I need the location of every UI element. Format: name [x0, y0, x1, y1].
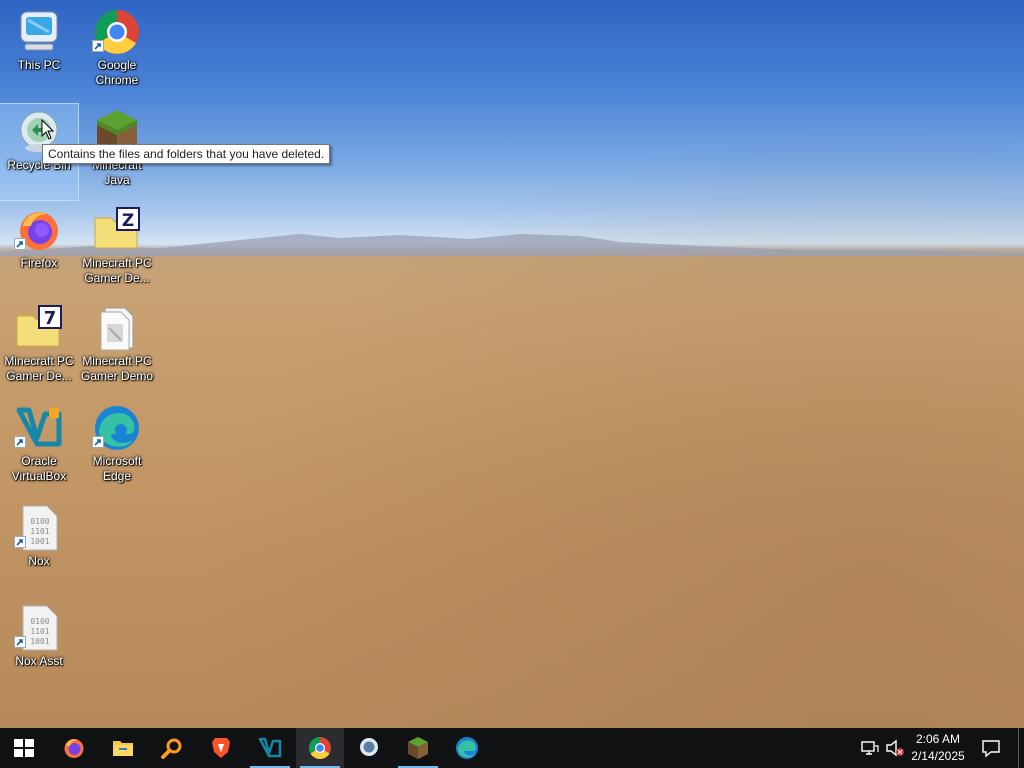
desktop-icon-firefox[interactable]: Firefox [0, 202, 78, 298]
magnifier-icon [161, 738, 182, 759]
minecraft-icon [408, 737, 428, 759]
svg-text:Z: Z [122, 211, 134, 231]
svg-text:7: 7 [44, 308, 57, 329]
brave-icon [212, 738, 230, 758]
desktop-icon-this-pc[interactable]: This PC [0, 4, 78, 100]
desktop-icon-label: This PC [17, 58, 61, 72]
desktop-icon-label: Minecraft PC Gamer De... [4, 354, 74, 383]
clock-time: 2:06 AM [915, 732, 961, 746]
show-desktop-button[interactable] [1018, 728, 1024, 768]
desktop-icon-google-chrome[interactable]: Google Chrome [78, 4, 156, 100]
desktop-icon-minecraft-7z[interactable]: 7 Minecraft PC Gamer De... [0, 300, 78, 396]
desktop-icon-label: Oracle VirtualBox [11, 454, 67, 483]
taskbar-virtualbox[interactable] [246, 728, 294, 768]
shortcut-arrow-icon [14, 436, 26, 448]
taskbar-minecraft[interactable] [394, 728, 442, 768]
edge-icon [456, 737, 478, 759]
desktop-icon-microsoft-edge[interactable]: Microsoft Edge [78, 400, 156, 496]
svg-text:1101: 1101 [30, 627, 49, 636]
taskbar-search[interactable] [148, 728, 196, 768]
chrome-icon [309, 737, 331, 759]
desktop-icon-label: Nox Asst [15, 654, 63, 668]
taskbar-edge[interactable] [443, 728, 491, 768]
svg-text:1001: 1001 [30, 637, 49, 646]
desktop-icon-minecraft-zip[interactable]: Z Minecraft PC Gamer De... [78, 202, 156, 298]
desktop-icon-label: Google Chrome [95, 58, 139, 87]
desktop-icon-label: Firefox [20, 256, 58, 270]
desktop-icon-nox[interactable]: 0100 1101 1001 Nox [0, 500, 78, 596]
folder-icon [113, 741, 133, 756]
shortcut-arrow-icon [14, 536, 26, 548]
zip-folder-icon: Z [93, 206, 141, 254]
virtualbox-icon [258, 737, 282, 758]
recycle-bin-icon [360, 738, 378, 756]
shortcut-arrow-icon [92, 40, 104, 52]
windows-icon [14, 739, 34, 757]
desktop-icon-virtualbox[interactable]: Oracle VirtualBox [0, 400, 78, 496]
shortcut-arrow-icon [14, 636, 26, 648]
recycle-bin-tooltip: Contains the files and folders that you … [42, 144, 331, 164]
taskbar-firefox[interactable] [50, 728, 98, 768]
7zip-folder-icon: 7 [15, 304, 63, 352]
taskbar-brave[interactable] [197, 728, 245, 768]
firefox-icon [64, 739, 84, 758]
desktop-icon-label: Minecraft PC Gamer De... [82, 256, 152, 285]
svg-text:1001: 1001 [30, 537, 49, 546]
svg-text:1101: 1101 [30, 527, 49, 536]
svg-text:0100: 0100 [30, 517, 49, 526]
taskbar-file-explorer[interactable] [99, 728, 147, 768]
svg-text:0100: 0100 [30, 617, 49, 626]
taskbar: 2:06 AM 2/14/2025 [0, 728, 1024, 768]
start-button[interactable] [0, 728, 48, 768]
desktop-icon-minecraft-demo[interactable]: Minecraft PC Gamer Demo [78, 300, 156, 396]
notification-icon[interactable] [981, 738, 1001, 758]
desktop-icon-nox-asst[interactable]: 0100 1101 1001 Nox Asst [0, 600, 78, 696]
clock-date: 2/14/2025 [911, 749, 965, 763]
desktop-icon-label: Microsoft Edge [92, 454, 142, 483]
taskbar-chrome[interactable] [296, 728, 344, 768]
desktop-icon-label: Minecraft PC Gamer Demo [80, 354, 154, 383]
this-pc-icon [15, 8, 63, 56]
desktop-icon-label: Nox [28, 554, 50, 568]
volume-muted-icon[interactable] [885, 738, 905, 758]
taskbar-recycle-bin[interactable] [345, 728, 393, 768]
system-clock[interactable]: 2:06 AM 2/14/2025 [906, 731, 970, 765]
shortcut-arrow-icon [14, 238, 26, 250]
shortcut-arrow-icon [92, 436, 104, 448]
mouse-cursor-icon [41, 119, 55, 140]
document-icon [93, 304, 141, 352]
network-icon[interactable] [860, 738, 880, 758]
